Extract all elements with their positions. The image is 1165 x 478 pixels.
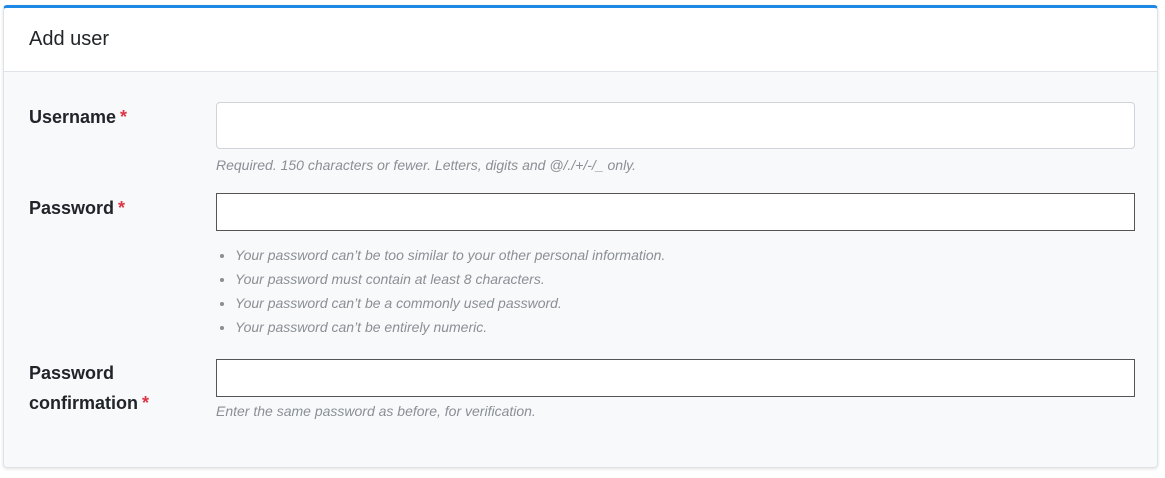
password-help-item: Your password can’t be a commonly used p… <box>235 291 665 315</box>
add-user-card: Add user Username * Required. 150 charact… <box>3 5 1158 468</box>
password-help-item: Your password must contain at least 8 ch… <box>235 267 665 291</box>
username-input[interactable] <box>216 102 1135 149</box>
username-help-text: Required. 150 characters or fewer. Lette… <box>216 157 637 173</box>
username-label-text: Username <box>29 107 117 127</box>
card-title: Add user <box>29 28 110 50</box>
password-help-item: Your password can’t be too similar to yo… <box>235 243 665 267</box>
password-help-item: Your password can’t be entirely numeric. <box>235 315 665 339</box>
required-asterisk: * <box>142 393 150 413</box>
password-label-text: Password <box>29 198 115 218</box>
required-asterisk: * <box>118 198 126 218</box>
card-header: Add user <box>4 8 1157 72</box>
password-confirmation-help-text: Enter the same password as before, for v… <box>216 403 536 419</box>
password-confirmation-label-line1: Password <box>29 363 115 383</box>
username-label: Username * <box>29 102 199 132</box>
password-help-list: Your password can’t be too similar to yo… <box>216 243 665 339</box>
password-confirmation-label: Password confirmation * <box>29 358 199 418</box>
password-label: Password * <box>29 193 199 223</box>
required-asterisk: * <box>120 107 128 127</box>
password-input[interactable] <box>216 193 1135 231</box>
password-confirmation-label-line2: confirmation <box>29 393 139 413</box>
password-confirmation-input[interactable] <box>216 359 1135 397</box>
